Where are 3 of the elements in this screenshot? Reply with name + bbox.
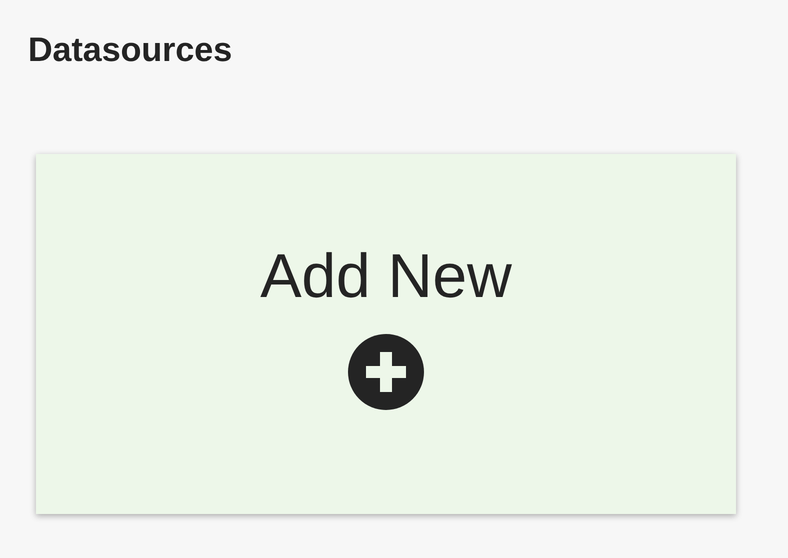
add-new-card[interactable]: Add New	[36, 154, 736, 514]
page-title: Datasources	[28, 30, 234, 70]
plus-icon	[348, 334, 424, 410]
